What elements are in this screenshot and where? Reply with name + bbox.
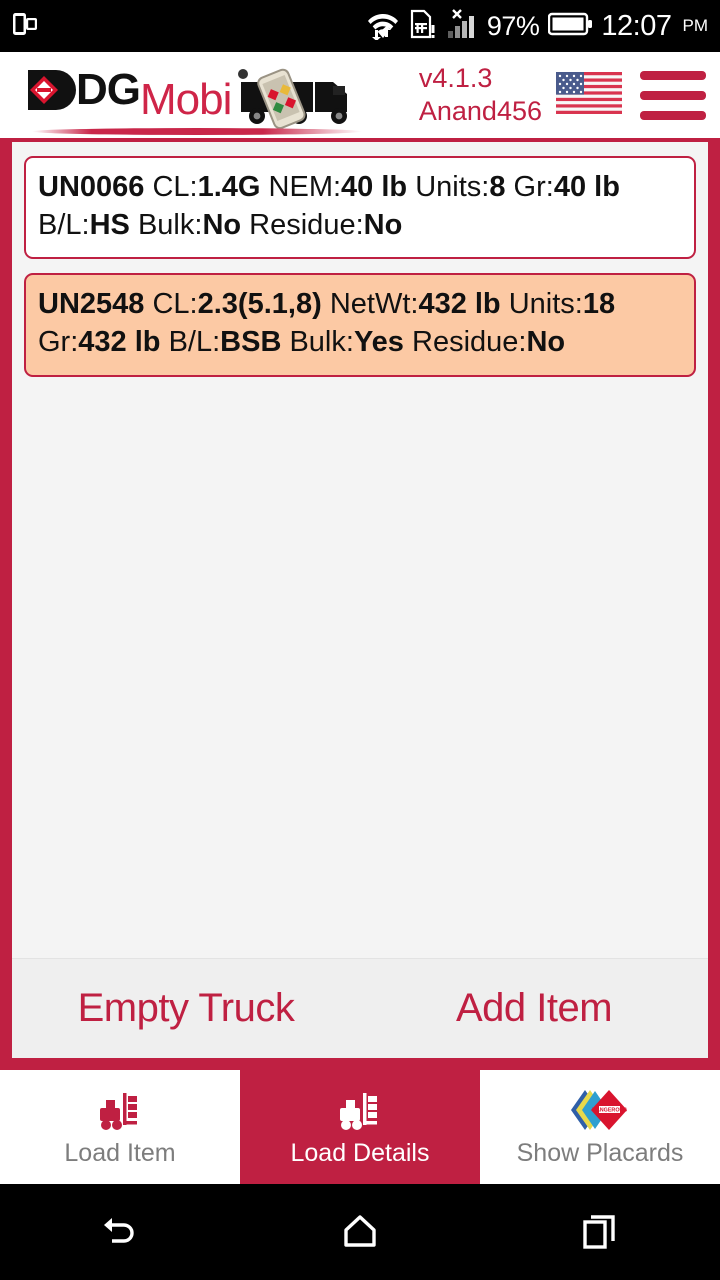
item-class-label: CL: bbox=[152, 288, 198, 321]
tab-show-placards[interactable]: DANGEROUS Show Placards bbox=[480, 1070, 720, 1184]
item-bl-label: B/L: bbox=[38, 208, 90, 241]
item-bl-label: B/L: bbox=[168, 326, 221, 359]
app-version-label: v4.1.3 bbox=[418, 63, 493, 94]
truck-icon bbox=[235, 64, 375, 135]
placard-diamond-icon: DANGEROUS bbox=[569, 1087, 631, 1133]
app-logo: DG Mobi bbox=[26, 60, 375, 135]
item-gross-value: 40 lb bbox=[553, 171, 620, 203]
status-bar-meridiem: PM bbox=[682, 16, 709, 35]
battery-percent-label: 97% bbox=[486, 10, 540, 41]
item-bl-value: BSB bbox=[220, 326, 282, 359]
item-units-label: Units: bbox=[415, 171, 490, 203]
hamburger-menu-icon[interactable] bbox=[640, 70, 706, 120]
item-un-number: UN2548 bbox=[38, 288, 145, 321]
recents-icon[interactable] bbox=[540, 1211, 660, 1254]
item-gross-label: Gr: bbox=[513, 171, 554, 203]
status-bar-right: 97% 12:07 PM bbox=[366, 8, 708, 45]
logo-mobi-text: Mobi bbox=[140, 75, 232, 124]
hazmat-diamond-icon bbox=[28, 70, 76, 110]
tab-label: Show Placards bbox=[516, 1138, 684, 1167]
home-icon[interactable] bbox=[300, 1211, 420, 1254]
item-class-value: 1.4G bbox=[197, 171, 261, 203]
item-units-label: Units: bbox=[508, 288, 583, 321]
username-label: Anand456 bbox=[418, 96, 542, 126]
content-frame: UN0066 CL:1.4G NEM:40 lb Units:8 Gr:40 l… bbox=[0, 142, 720, 1070]
us-flag-icon[interactable] bbox=[556, 71, 622, 119]
logo-swoosh bbox=[32, 127, 362, 135]
item-class-value: 2.3(5.1,8) bbox=[197, 288, 322, 321]
load-items-list: UN0066 CL:1.4G NEM:40 lb Units:8 Gr:40 l… bbox=[12, 142, 708, 958]
app-screen: 97% 12:07 PM DG Mobi v4.1.3 Anand456 UN0… bbox=[0, 0, 720, 1280]
tab-label: Load Details bbox=[290, 1138, 430, 1167]
item-units-value: 8 bbox=[489, 171, 506, 203]
item-residue-value: No bbox=[363, 208, 403, 241]
back-icon[interactable] bbox=[60, 1211, 180, 1254]
item-bl-value: HS bbox=[89, 208, 130, 241]
item-residue-value: No bbox=[526, 326, 566, 359]
signal-no-service-icon bbox=[444, 8, 478, 44]
wifi-icon bbox=[366, 8, 400, 45]
app-header: DG Mobi v4.1.3 Anand456 bbox=[0, 52, 720, 142]
item-units-value: 18 bbox=[582, 288, 616, 321]
load-item-row-selected[interactable]: UN2548 CL:2.3(5.1,8) NetWt:432 lb Units:… bbox=[24, 273, 696, 377]
item-weight-label: NetWt: bbox=[329, 288, 419, 321]
item-weight-value: 40 lb bbox=[341, 171, 408, 203]
item-gross-label: Gr: bbox=[38, 326, 79, 359]
android-nav-bar bbox=[0, 1184, 720, 1280]
tab-load-details[interactable]: Load Details bbox=[240, 1070, 480, 1184]
tab-load-item[interactable]: Load Item bbox=[0, 1070, 240, 1184]
item-class-label: CL: bbox=[152, 171, 198, 203]
item-bulk-value: No bbox=[202, 208, 242, 241]
version-user-block: v4.1.3 Anand456 bbox=[419, 62, 556, 128]
item-gross-value: 432 lb bbox=[78, 326, 161, 359]
item-un-number: UN0066 bbox=[38, 171, 145, 203]
item-weight-label: NEM: bbox=[268, 171, 342, 203]
item-residue-label: Residue: bbox=[412, 326, 527, 359]
sim-card-alert-icon bbox=[409, 9, 435, 44]
svg-text:DANGEROUS: DANGEROUS bbox=[592, 1107, 627, 1113]
empty-truck-button[interactable]: Empty Truck bbox=[12, 986, 360, 1031]
action-bar: Empty Truck Add Item bbox=[12, 958, 708, 1058]
status-bar: 97% 12:07 PM bbox=[0, 0, 720, 52]
forklift-icon bbox=[96, 1087, 144, 1133]
item-weight-value: 432 lb bbox=[418, 288, 501, 321]
logo-dg-mark: DG bbox=[26, 65, 141, 115]
load-item-row[interactable]: UN0066 CL:1.4G NEM:40 lb Units:8 Gr:40 l… bbox=[24, 156, 696, 260]
battery-icon bbox=[548, 12, 593, 41]
logo-dg-text: DG bbox=[76, 65, 141, 114]
phone-link-icon bbox=[12, 10, 38, 43]
forklift-icon bbox=[336, 1087, 384, 1133]
item-residue-label: Residue: bbox=[249, 208, 364, 241]
item-bulk-label: Bulk: bbox=[289, 326, 354, 359]
bottom-tab-bar: Load Item Load Details DANGEROUS Show Pl… bbox=[0, 1070, 720, 1184]
item-bulk-label: Bulk: bbox=[137, 208, 203, 241]
status-bar-clock: 12:07 bbox=[601, 9, 672, 42]
item-bulk-value: Yes bbox=[353, 326, 404, 359]
add-item-button[interactable]: Add Item bbox=[360, 986, 708, 1031]
tab-label: Load Item bbox=[64, 1138, 176, 1167]
status-bar-left bbox=[12, 10, 38, 43]
